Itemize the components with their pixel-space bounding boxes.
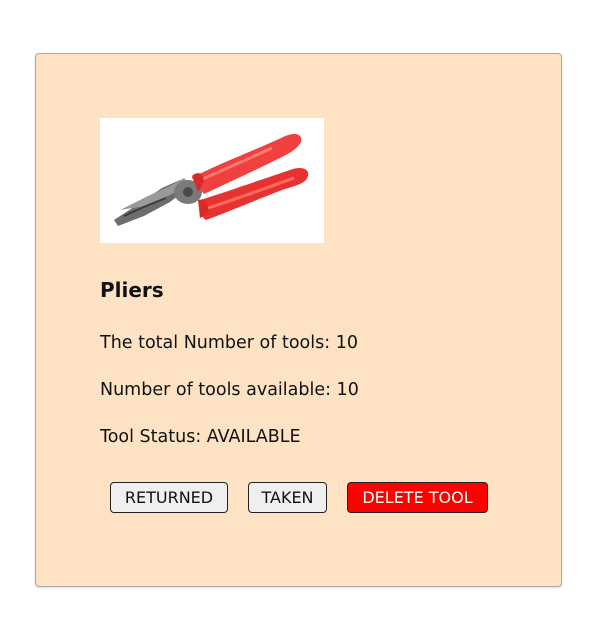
tool-image (100, 118, 324, 243)
taken-button[interactable]: TAKEN (248, 482, 327, 513)
delete-tool-button[interactable]: DELETE TOOL (347, 482, 488, 513)
tool-card: Pliers The total Number of tools: 10 Num… (35, 53, 562, 587)
returned-button[interactable]: RETURNED (110, 482, 228, 513)
tool-status-text: Tool Status: AVAILABLE (100, 427, 301, 447)
tool-name: Pliers (100, 278, 164, 302)
pliers-icon (114, 133, 309, 226)
total-tools-text: The total Number of tools: 10 (100, 333, 358, 353)
available-tools-text: Number of tools available: 10 (100, 380, 359, 400)
